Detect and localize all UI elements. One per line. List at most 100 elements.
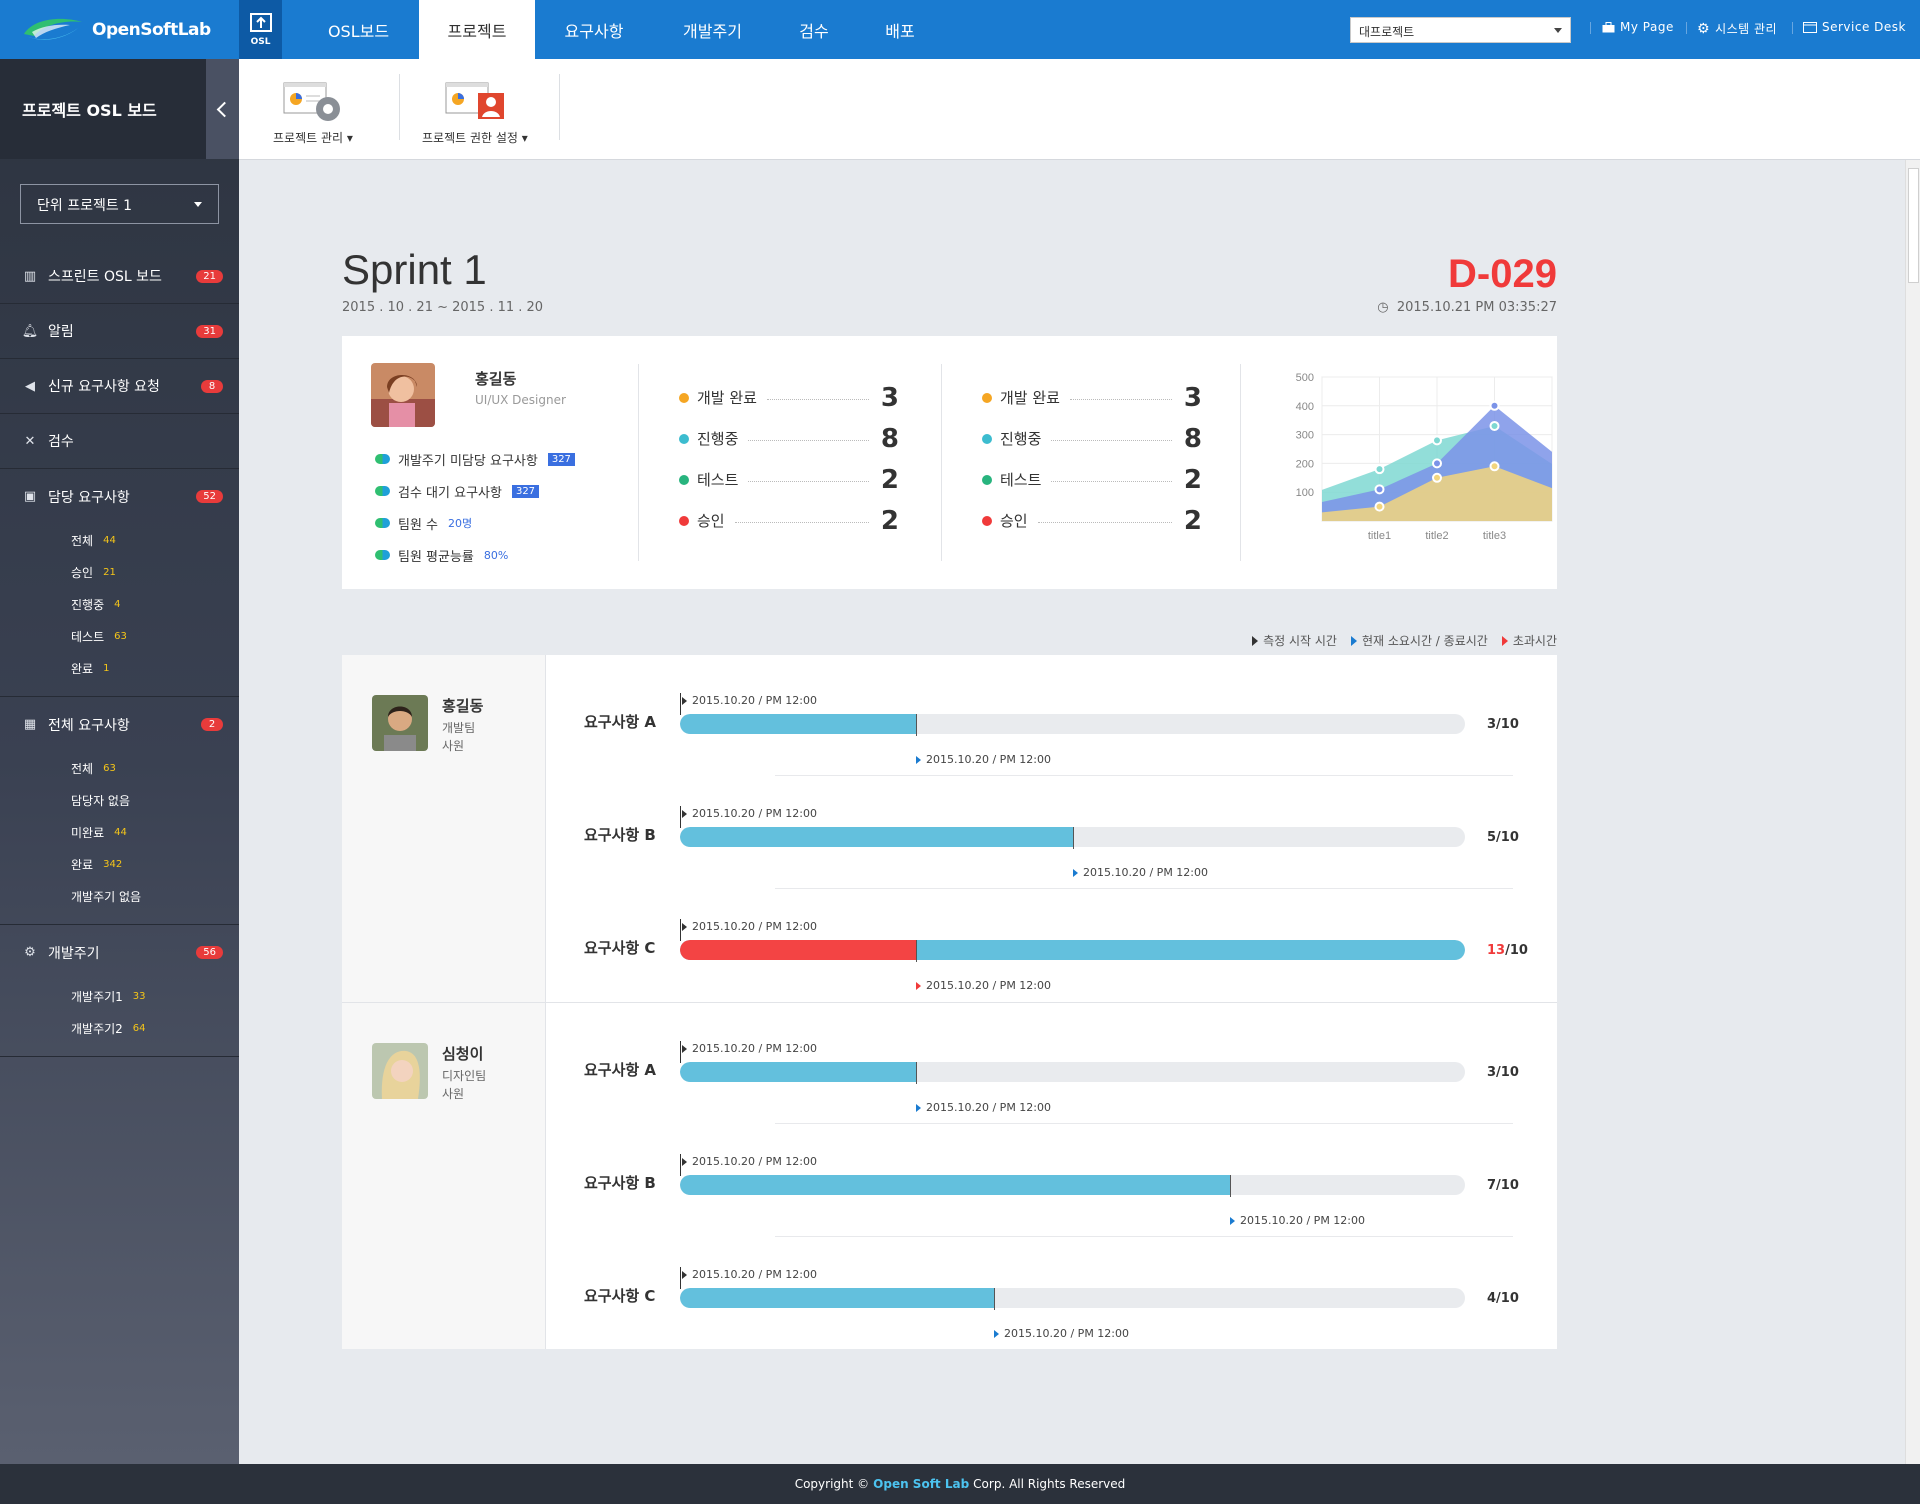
briefcase-icon <box>1602 21 1615 32</box>
requirement-row: 요구사항 A 2015.10.20 / PM 12:00 2015.10.20 / … <box>546 1011 1557 1124</box>
sidebar-subitem[interactable]: 개발주기1 33 <box>0 980 239 1012</box>
overtime-fill <box>680 940 916 960</box>
sidebar-subitem[interactable]: 전체 44 <box>0 524 239 556</box>
tab-inspection[interactable]: 검수 <box>780 0 848 59</box>
logo[interactable]: OpenSoftLab <box>0 0 239 59</box>
sidebar-subitem[interactable]: 완료 1 <box>0 652 239 684</box>
sidebar-item-sprint-board[interactable]: ▥ 스프린트 OSL 보드 21 <box>0 249 239 304</box>
sidebar-group-all: ▦ 전체 요구사항 2 전체 63 담당자 없음 미완료 44 완료 342 개발주기… <box>0 697 239 925</box>
subitem-count: 44 <box>114 826 127 838</box>
kpi-group-1: 개발 완료 3 진행중 8 테스트 2 승인 2 <box>679 377 899 541</box>
sidebar-subitem[interactable]: 진행중 4 <box>0 588 239 620</box>
tool-label: 프로젝트 관리 ▾ <box>273 131 353 145</box>
count-badge: 21 <box>196 269 223 283</box>
sidebar-item-inspection[interactable]: ✕ 검수 <box>0 414 239 469</box>
logo-mark-icon <box>24 18 82 40</box>
avatar[interactable] <box>372 695 428 751</box>
requirement-label: 요구사항 B <box>584 1174 656 1192</box>
tab-deploy[interactable]: 배포 <box>865 0 935 59</box>
subitem-label: 개발주기 없음 <box>71 889 142 904</box>
stat-row: 팀원 수 20명 <box>375 507 575 539</box>
marker-blue-icon <box>916 1103 921 1112</box>
current-marker <box>916 1062 917 1084</box>
avatar[interactable] <box>372 1043 428 1099</box>
tab-osl-board[interactable]: OSL보드 <box>302 0 415 59</box>
kpi-row: 테스트 2 <box>679 459 899 500</box>
sidebar-item-new-request[interactable]: ◀ 신규 요구사항 요청 8 <box>0 359 239 414</box>
start-marker <box>680 1267 681 1289</box>
system-settings-link[interactable]: ⚙ 시스템 관리 <box>1697 20 1777 37</box>
avatar[interactable] <box>371 363 435 427</box>
service-desk-link[interactable]: Service Desk <box>1803 20 1906 34</box>
chart-data-point <box>1432 458 1442 469</box>
subitem-label: 개발주기1 <box>71 989 123 1004</box>
sidebar-subitem[interactable]: 개발주기 없음 <box>0 880 239 912</box>
sidebar-subitem[interactable]: 담당자 없음 <box>0 784 239 816</box>
stat-label: 개발주기 미담당 요구사항 <box>398 453 538 469</box>
current-marker <box>994 1288 995 1310</box>
requirement-label: 요구사항 A <box>584 1061 657 1079</box>
gear-icon: ⚙ <box>1697 20 1711 37</box>
progress-ratio: 4/10 <box>1487 1291 1519 1306</box>
marker-blue-icon <box>1230 1216 1235 1225</box>
osl-home-button[interactable]: OSL <box>239 0 282 59</box>
sidebar-subitem[interactable]: 테스트 63 <box>0 620 239 652</box>
progress-fill <box>680 1062 916 1082</box>
bell-icon: 🔔︎ <box>21 323 39 339</box>
kpi-label: 진행중 <box>1000 430 1042 448</box>
count-badge: 31 <box>196 324 223 338</box>
sidebar-item-assigned-requirements[interactable]: ▣ 담당 요구사항 52 <box>0 469 239 524</box>
sidebar-subitem[interactable]: 완료 342 <box>0 848 239 880</box>
sidebar-item-alarm[interactable]: 🔔︎ 알림 31 <box>0 304 239 359</box>
gear-icon: ⚙ <box>24 945 36 960</box>
sidebar-subitem[interactable]: 미완료 44 <box>0 816 239 848</box>
start-time: 2015.10.20 / PM 12:00 <box>682 1155 817 1168</box>
kpi-row: 개발 완료 3 <box>982 377 1202 418</box>
sidebar-item-label: 스프린트 OSL 보드 <box>48 269 162 285</box>
chart-data-point <box>1489 420 1500 431</box>
subitem-label: 담당자 없음 <box>71 793 131 808</box>
tab-requirements[interactable]: 요구사항 <box>540 0 648 59</box>
sidebar-item-all-requirements[interactable]: ▦ 전체 요구사항 2 <box>0 697 239 752</box>
current-marker <box>1073 827 1074 849</box>
tool-label: 프로젝트 권한 설정 ▾ <box>422 131 528 145</box>
my-page-link[interactable]: My Page <box>1602 20 1674 34</box>
chevron-down-icon <box>194 202 202 211</box>
kpi-value: 2 <box>880 505 899 536</box>
project-permission-tool[interactable]: 프로젝트 권한 설정 ▾ <box>422 79 528 146</box>
kpi-value: 8 <box>880 423 899 454</box>
current-marker <box>1230 1175 1231 1197</box>
tools-icon: ✕ <box>24 433 36 449</box>
summary-panel: 홍길동 UI/UX Designer 개발주기 미담당 요구사항 327 검수 대… <box>342 336 1557 589</box>
unit-project-select[interactable]: 단위 프로젝트 1 <box>20 184 219 224</box>
marker-black-icon <box>682 696 687 705</box>
sidebar-subitem[interactable]: 전체 63 <box>0 752 239 784</box>
marker-black-icon <box>682 1044 687 1053</box>
subitem-count: 44 <box>103 534 116 546</box>
toolbar: 프로젝트 관리 ▾ 프로젝트 권한 설정 ▾ <box>239 59 1920 160</box>
sidebar-item-dev-cycle[interactable]: ⚙ 개발주기 56 <box>0 925 239 980</box>
project-management-tool[interactable]: 프로젝트 관리 ▾ <box>273 79 353 146</box>
current-marker <box>916 940 917 962</box>
tab-dev-cycle[interactable]: 개발주기 <box>660 0 765 59</box>
kpi-row: 승인 2 <box>679 500 899 541</box>
sidebar-collapse-button[interactable] <box>206 59 239 159</box>
tab-label: 프로젝트 <box>447 21 507 41</box>
tab-project[interactable]: 프로젝트 <box>419 0 535 59</box>
scrollbar-thumb[interactable] <box>1908 168 1919 283</box>
project-select[interactable]: 대프로젝트 <box>1350 17 1571 43</box>
kpi-label: 승인 <box>697 512 725 530</box>
progress-bar <box>680 714 1465 734</box>
clock-icon: ◷ <box>1377 300 1389 315</box>
status-dot-icon <box>375 550 390 560</box>
member-name: 심청이 <box>442 1045 484 1063</box>
subitem-count: 64 <box>132 1022 146 1034</box>
kpi-value: 3 <box>1183 382 1202 413</box>
sidebar-title: 프로젝트 OSL 보드 <box>22 101 157 120</box>
chevron-down-icon <box>1554 28 1562 37</box>
status-dot-icon <box>982 515 992 526</box>
sidebar-item-label: 개발주기 <box>48 945 100 962</box>
sidebar-subitem[interactable]: 개발주기2 64 <box>0 1012 239 1044</box>
scrollbar[interactable] <box>1905 160 1920 1464</box>
sidebar-subitem[interactable]: 승인 21 <box>0 556 239 588</box>
